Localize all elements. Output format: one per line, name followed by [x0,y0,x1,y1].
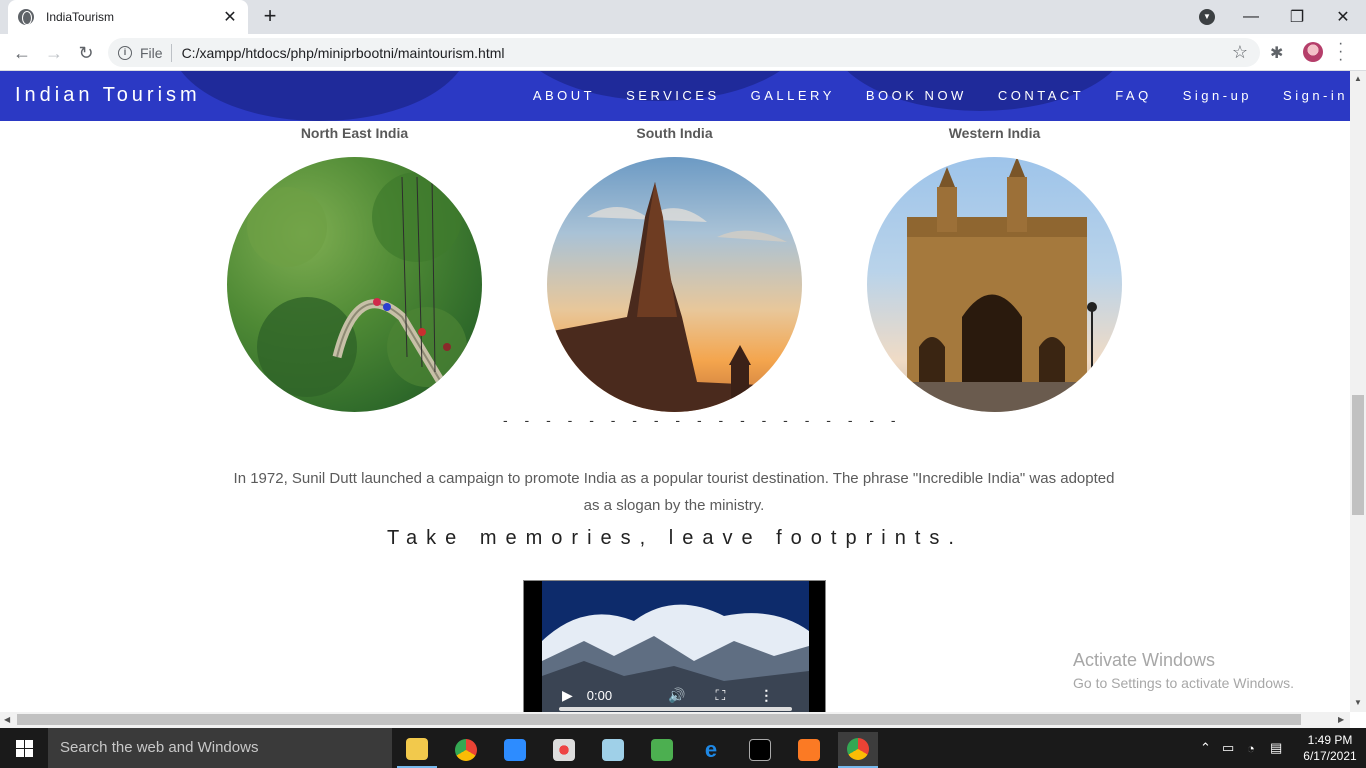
scroll-right-icon[interactable]: ▶ [1338,715,1344,724]
start-button[interactable] [0,728,48,768]
video-time: 0:00 [586,688,613,703]
video-controls: ▶ 0:00 🔊 ⛶ ⋮ [544,687,805,704]
url-text[interactable]: C:/xampp/htdocs/php/miniprbootni/maintou… [182,45,1232,61]
scroll-down-icon[interactable]: ▼ [1354,698,1362,707]
scroll-up-icon[interactable]: ▲ [1354,74,1362,83]
vertical-scroll-thumb[interactable] [1352,395,1364,515]
browser-tab[interactable]: IndiaTourism ✕ [8,0,248,34]
video-progress-bar[interactable] [559,707,792,711]
site-navbar: Indian Tourism ABOUT SERVICES GALLERY BO… [0,71,1350,121]
paint-icon[interactable] [544,732,584,768]
region-title-south: South India [636,125,713,141]
nav-gallery[interactable]: GALLERY [751,88,835,103]
battery-icon[interactable]: ▭ [1222,728,1234,768]
close-tab-icon[interactable]: ✕ [222,7,238,27]
nav-services[interactable]: SERVICES [626,88,720,103]
chrome-active-icon[interactable] [838,732,878,768]
taskbar-search[interactable]: Search the web and Windows [48,728,392,768]
file-label: File [140,44,163,61]
clock-time: 1:49 PM [1307,733,1353,747]
site-nav-links: ABOUT SERVICES GALLERY BOOK NOW CONTACT … [502,88,1348,103]
windows-logo-icon [15,739,33,757]
tray-chevron-icon[interactable]: ⌃ [1200,728,1211,768]
chrome-icon[interactable] [446,732,486,768]
notifications-icon[interactable]: ▤ [1270,728,1282,768]
western-india-image[interactable] [867,157,1122,412]
play-icon[interactable]: ▶ [562,687,573,704]
section-divider: - - - - - - - - - - - - - - - - - - - [503,412,903,428]
browser-menu-icon[interactable]: · · · [1338,36,1343,68]
site-brand[interactable]: Indian Tourism [15,84,201,107]
edge-icon[interactable]: e [691,732,731,768]
back-icon[interactable]: ← [10,41,34,65]
browser-toolbar: ← → ↻ i File C:/xampp/htdocs/php/miniprb… [0,34,1366,71]
nav-contact[interactable]: CONTACT [998,88,1084,103]
horizontal-scroll-thumb[interactable] [17,714,1301,725]
window-close-button[interactable]: ✕ [1320,0,1366,34]
volume-icon[interactable]: 🔊 [668,687,685,704]
history-paragraph: In 1972, Sunil Dutt launched a campaign … [233,470,1115,514]
profile-avatar[interactable] [1303,42,1323,62]
nav-book-now[interactable]: BOOK NOW [866,88,967,103]
reload-icon[interactable]: ↻ [74,41,98,65]
fullscreen-icon[interactable]: ⛶ [716,687,726,704]
navbar-background-shape [170,71,470,121]
temple-illustration [547,182,802,412]
video-menu-icon[interactable]: ⋮ [759,687,773,704]
tagline: Take memories, leave footprints. [387,527,963,549]
vertical-scrollbar[interactable] [1350,71,1366,712]
info-icon[interactable]: i [118,45,132,60]
bridge-illustration [247,172,467,397]
video-player[interactable]: ▶ 0:00 🔊 ⛶ ⋮ [523,580,826,712]
extensions-puzzle-icon[interactable]: ✱ [1270,43,1283,63]
forward-icon[interactable]: → [42,41,66,65]
new-tab-button[interactable]: + [260,5,280,27]
scroll-left-icon[interactable]: ◀ [4,715,10,724]
gateway-illustration [867,157,1122,412]
file-explorer-icon[interactable] [397,732,437,768]
region-title-western: Western India [948,125,1041,141]
tab-search-icon[interactable]: ▼ [1199,9,1215,25]
taskbar-clock[interactable]: 1:49 PM 6/17/2021 [1300,732,1360,764]
bookmark-star-icon[interactable]: ☆ [1232,42,1248,63]
nav-sign-in[interactable]: Sign-in [1283,88,1348,103]
north-east-india-image[interactable] [227,157,482,412]
address-bar[interactable]: i File C:/xampp/htdocs/php/miniprbootni/… [108,38,1260,67]
spreadsheet-icon[interactable] [642,732,682,768]
south-india-image[interactable] [547,157,802,412]
clock-date: 6/17/2021 [1303,749,1357,763]
page-viewport: Indian Tourism ABOUT SERVICES GALLERY BO… [0,71,1350,712]
nav-sign-up[interactable]: Sign-up [1183,88,1252,103]
watermark-subtitle: Go to Settings to activate Windows. [1073,675,1294,691]
activate-windows-watermark: Activate Windows Go to Settings to activ… [1073,650,1294,691]
restore-button[interactable]: ❐ [1274,0,1320,34]
nav-about[interactable]: ABOUT [533,88,595,103]
region-title-north-east: North East India [300,125,409,141]
nav-faq[interactable]: FAQ [1115,88,1152,103]
zoom-icon[interactable] [495,732,535,768]
xampp-icon[interactable] [789,732,829,768]
watermark-title: Activate Windows [1073,650,1216,670]
command-prompt-icon[interactable] [740,732,780,768]
notepad-icon[interactable] [593,732,633,768]
globe-icon [18,9,34,25]
browser-tab-strip: IndiaTourism ✕ + ▼ — ❐ ✕ [0,0,1366,34]
windows-taskbar: Search the web and Windows e ⌃ ▭ ◔ ▤ 1:4… [0,728,1366,768]
omnibox-separator [170,43,172,62]
minimize-button[interactable]: — [1228,0,1274,34]
tab-title: IndiaTourism [46,10,115,24]
wifi-icon[interactable]: ◔ [1247,728,1255,768]
